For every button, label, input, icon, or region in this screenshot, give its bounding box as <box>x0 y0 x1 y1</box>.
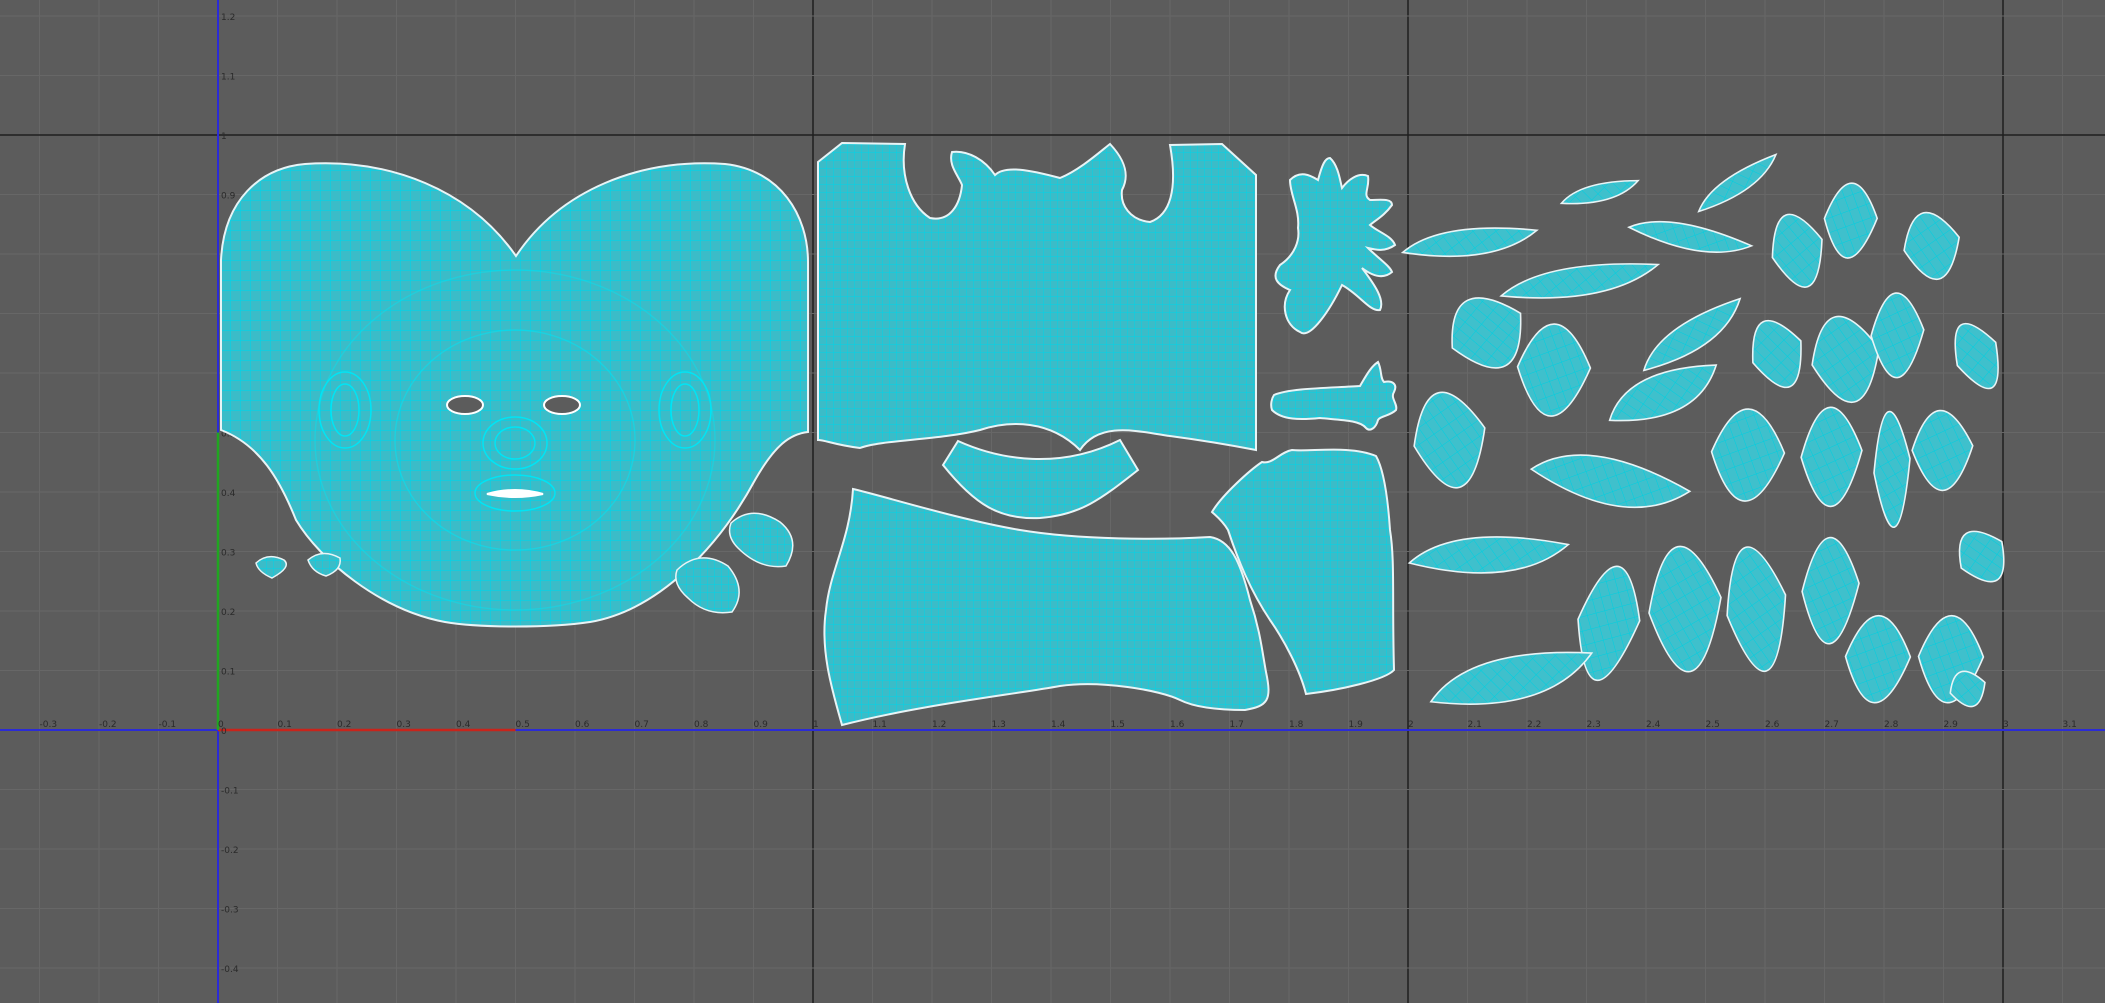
v-tick-label: -0.4 <box>221 965 239 975</box>
u-tick-label: 2.4 <box>1646 720 1661 730</box>
u-tick-label: 0.1 <box>278 720 292 730</box>
v-tick-label: 0.1 <box>221 668 235 678</box>
v-tick-label: -0.2 <box>221 846 239 856</box>
u-tick-label: 0.4 <box>456 720 471 730</box>
u-tick-label: 1.2 <box>932 720 946 730</box>
u-tick-label: 1.6 <box>1170 720 1185 730</box>
u-tick-label: 1.4 <box>1051 720 1066 730</box>
v-tick-label: 0.2 <box>221 608 235 618</box>
u-tick-label: 2.6 <box>1765 720 1780 730</box>
v-tick-label: 1.2 <box>221 13 235 23</box>
u-tick-label: 1.8 <box>1289 720 1304 730</box>
u-tick-label: 2.7 <box>1825 720 1839 730</box>
right-eye <box>543 395 581 415</box>
u-tick-label: 2.8 <box>1884 720 1899 730</box>
u-tick-label: 1.7 <box>1230 720 1244 730</box>
u-tick-label: 1.1 <box>873 720 887 730</box>
u-tick-label: 2.1 <box>1468 720 1482 730</box>
u-tick-label: 3.1 <box>2063 720 2077 730</box>
v-tick-label: -0.1 <box>221 787 239 797</box>
u-tick-label: 2.5 <box>1706 720 1720 730</box>
v-tick-label: 0 <box>221 727 227 737</box>
u-tick-label: 0.5 <box>516 720 530 730</box>
u-tick-label: 2.9 <box>1944 720 1959 730</box>
u-tick-label: -0.3 <box>40 720 58 730</box>
u-tick-label: 2 <box>1408 720 1414 730</box>
u-tick-label: 2.3 <box>1587 720 1601 730</box>
u-tick-label: 2.2 <box>1527 720 1541 730</box>
u-tick-label: 1.9 <box>1349 720 1364 730</box>
u-tick-label: 1.3 <box>992 720 1006 730</box>
u-tick-label: 3 <box>2003 720 2009 730</box>
u-tick-label: -0.1 <box>159 720 177 730</box>
v-tick-label: 0.3 <box>221 549 235 559</box>
mouth <box>486 489 544 498</box>
v-tick-label: -0.3 <box>221 906 239 916</box>
v-tick-label: 0.4 <box>221 489 236 499</box>
u-tick-label: -0.2 <box>99 720 117 730</box>
u-tick-label: 1.5 <box>1111 720 1125 730</box>
torso-shell[interactable] <box>817 141 1257 452</box>
u-tick-label: 1 <box>813 720 819 730</box>
u-tick-label: 0.8 <box>694 720 709 730</box>
v-tick-label: 1.1 <box>221 73 235 83</box>
v-tick-label: 0.9 <box>221 192 236 202</box>
u-tick-label: 0.2 <box>337 720 351 730</box>
left-eye <box>446 395 484 415</box>
u-tick-label: 0.7 <box>635 720 649 730</box>
u-tick-label: 0.9 <box>754 720 769 730</box>
u-tick-label: 0.3 <box>397 720 411 730</box>
u-tick-label: 0.6 <box>575 720 590 730</box>
uv-editor-viewport[interactable]: -0.3 -0.2 -0.1 0 0.1 0.2 0.3 0.4 0.5 0.6 0.7 0.8 0.9… <box>0 0 2105 1003</box>
v-tick-label: 1 <box>221 132 227 142</box>
